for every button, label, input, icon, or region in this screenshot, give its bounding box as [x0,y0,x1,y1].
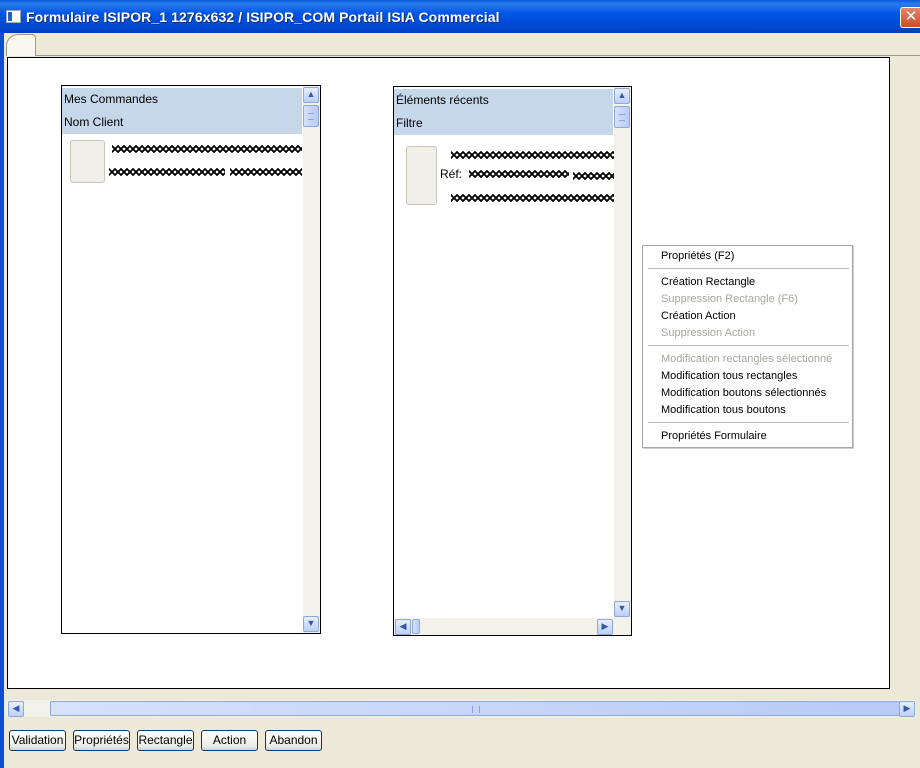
ref-label: Réf: [440,167,463,181]
horizontal-scrollbar[interactable]: ◀ ▶ [394,618,631,635]
recent-field-1 [451,150,614,160]
form-tab[interactable] [6,34,36,56]
vertical-scrollbar[interactable]: ▲ ▼ [303,86,320,633]
menu-item-proprietes-formulaire[interactable]: Propriétés Formulaire [661,430,767,442]
client-name-field [112,144,302,154]
form-horizontal-scrollbar[interactable]: ◀ ▶ [6,700,916,717]
window-title: Formulaire ISIPOR_1 1276x632 / ISIPOR_CO… [26,9,500,25]
arrow-right-icon[interactable]: ▶ [899,701,915,717]
vertical-scrollbar[interactable]: ▲ ▼ [614,87,631,618]
menu-item-proprietes[interactable]: Propriétés (F2) [661,250,734,262]
ref-extra-field [573,171,614,181]
scrollbar-thumb[interactable] [303,105,319,127]
title-bar[interactable]: Formulaire ISIPOR_1 1276x632 / ISIPOR_CO… [0,0,920,33]
order-field-2 [230,167,302,177]
panel-subtitle: Filtre [394,112,613,135]
arrow-down-icon[interactable]: ▼ [303,616,319,632]
menu-item-modif-rectangles-selectionne: Modification rectangles sélectionné [661,353,833,365]
menu-separator [648,345,849,346]
menu-item-modif-tous-rectangles[interactable]: Modification tous rectangles [661,370,797,382]
scrollbar-thumb[interactable] [614,106,630,128]
menu-item-suppression-rectangle: Suppression Rectangle (F6) [661,293,798,305]
arrow-up-icon[interactable]: ▲ [303,87,319,103]
arrow-down-icon[interactable]: ▼ [614,601,630,617]
recent-field-3 [451,193,614,203]
scrollbar-thumb[interactable] [50,701,900,716]
window-frame-left [0,33,4,768]
arrow-left-icon[interactable]: ◀ [8,701,24,717]
ref-value-field [469,169,569,179]
item-thumbnail[interactable] [70,140,105,183]
panel-elements-recents[interactable]: Éléments récents Filtre Réf: ▲ ▼ ◀ ▶ [393,86,632,636]
abandon-button[interactable]: Abandon [265,730,322,751]
validation-button[interactable]: Validation [9,730,66,751]
menu-item-creation-action[interactable]: Création Action [661,310,736,322]
arrow-left-icon[interactable]: ◀ [395,619,411,635]
context-menu[interactable]: Propriétés (F2) Création Rectangle Suppr… [642,245,853,448]
rectangle-button[interactable]: Rectangle [137,730,194,751]
panel-title: Mes Commandes [62,88,302,111]
menu-item-modif-boutons-selectionnes[interactable]: Modification boutons sélectionnés [661,387,826,399]
menu-separator [648,268,849,269]
proprietes-button[interactable]: Propriétés [73,730,130,751]
panel-mes-commandes[interactable]: Mes Commandes Nom Client ▲ ▼ [61,85,321,634]
tab-strip-divider [36,55,920,56]
action-button[interactable]: Action [201,730,258,751]
close-icon[interactable]: ✕ [900,7,920,28]
panel-title: Éléments récents [394,89,613,112]
menu-item-modif-tous-boutons[interactable]: Modification tous boutons [661,404,786,416]
arrow-up-icon[interactable]: ▲ [614,88,630,104]
window-app-icon[interactable] [6,10,21,23]
menu-separator [648,422,849,423]
arrow-right-icon[interactable]: ▶ [597,619,613,635]
order-field-1 [109,167,225,177]
panel-subtitle: Nom Client [62,111,302,134]
item-thumbnail[interactable] [406,146,437,205]
scrollbar-thumb[interactable] [412,619,420,634]
menu-item-suppression-action: Suppression Action [661,327,756,339]
menu-item-creation-rectangle[interactable]: Création Rectangle [661,276,755,288]
